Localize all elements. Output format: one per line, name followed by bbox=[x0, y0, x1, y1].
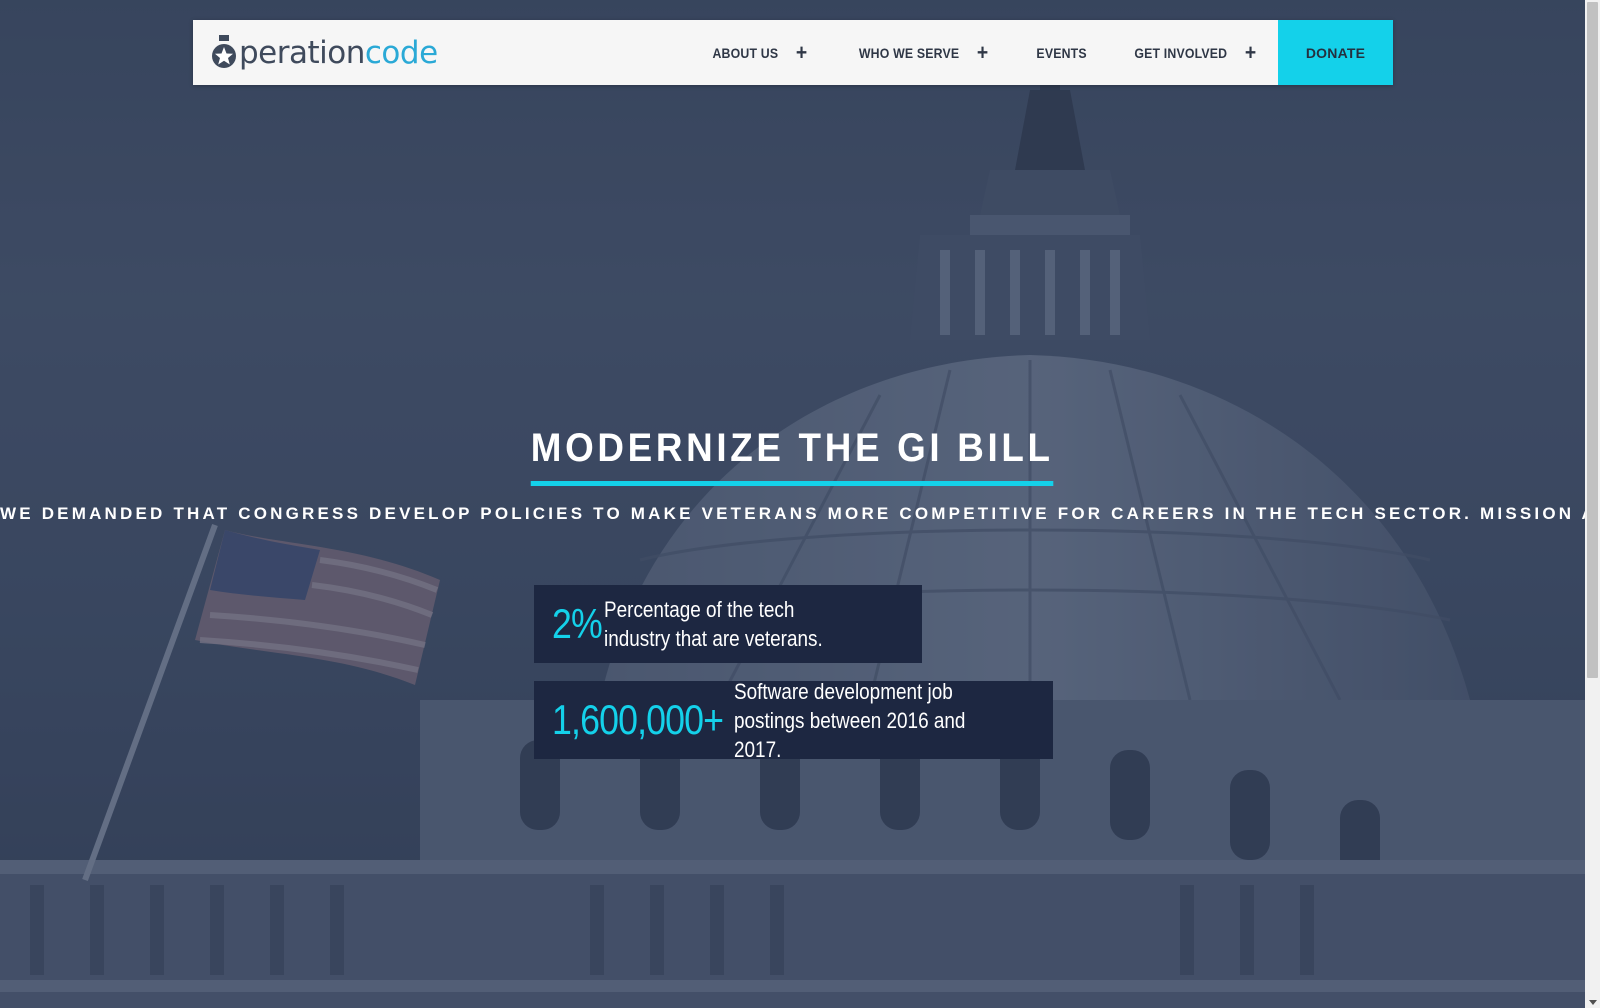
nav-item-events[interactable]: EVENTS bbox=[1037, 20, 1087, 85]
nav-item-get-involved[interactable]: GET INVOLVED + bbox=[1135, 20, 1257, 85]
donate-button[interactable]: DONATE bbox=[1278, 20, 1393, 85]
hero-title-wrapper: MODERNIZE THE GI BILL bbox=[0, 426, 1585, 486]
hero-title: MODERNIZE THE GI BILL bbox=[531, 426, 1054, 486]
nav-item-label: GET INVOLVED bbox=[1134, 44, 1228, 61]
logo-text-cyan: code bbox=[364, 35, 438, 71]
nav-item-about-us[interactable]: ABOUT US + bbox=[713, 20, 808, 85]
page-viewport: perationcode ABOUT US + WHO WE SERVE + E… bbox=[0, 0, 1585, 1008]
stat-description: Software development job postings betwee… bbox=[734, 678, 966, 762]
top-navbar: perationcode ABOUT US + WHO WE SERVE + E… bbox=[193, 20, 1393, 85]
plus-icon[interactable]: + bbox=[1245, 41, 1256, 64]
logo-wordmark: perationcode bbox=[239, 32, 438, 74]
operationcode-logo[interactable]: perationcode bbox=[211, 32, 438, 74]
stat-value: 2% bbox=[552, 600, 603, 647]
nav-item-label: EVENTS bbox=[1036, 44, 1087, 61]
stat-description: Percentage of the tech industry that are… bbox=[604, 597, 823, 651]
nav-menu: ABOUT US + WHO WE SERVE + EVENTS GET INV… bbox=[670, 20, 1265, 85]
stat-card-veterans-percentage: 2% Percentage of the tech industry that … bbox=[534, 585, 922, 663]
scrollbar-thumb[interactable] bbox=[1587, 2, 1598, 678]
nav-item-label: ABOUT US bbox=[712, 44, 779, 61]
plus-icon[interactable]: + bbox=[977, 41, 988, 64]
nav-item-label: WHO WE SERVE bbox=[858, 44, 960, 61]
scroll-down-arrow-icon[interactable] bbox=[1589, 1000, 1597, 1005]
nav-item-who-we-serve[interactable]: WHO WE SERVE + bbox=[859, 20, 989, 85]
logo-text-dark: peration bbox=[239, 35, 365, 71]
stat-card-job-postings: 1,600,000+ Software development job post… bbox=[534, 679, 1053, 762]
vertical-scrollbar[interactable] bbox=[1585, 0, 1600, 1008]
stat-value: 1,600,000+ bbox=[552, 696, 724, 743]
medal-star-icon bbox=[212, 35, 236, 68]
plus-icon[interactable]: + bbox=[796, 41, 807, 64]
hero-subtitle: WE DEMANDED THAT CONGRESS DEVELOP POLICI… bbox=[0, 504, 1585, 523]
